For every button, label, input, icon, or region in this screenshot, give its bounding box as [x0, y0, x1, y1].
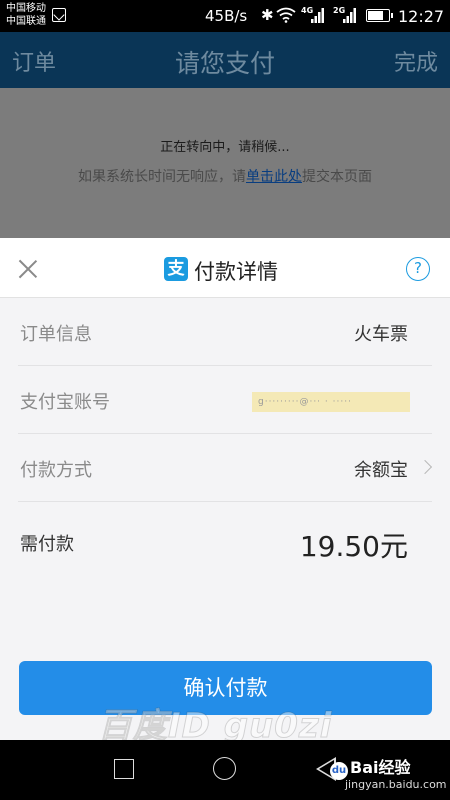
page-title: 请您支付: [174, 49, 275, 78]
bluetooth-icon: ✱: [261, 6, 274, 24]
chevron-right-icon: [417, 459, 433, 475]
payment-method-value: 余额宝: [354, 460, 408, 481]
baidu-logo-text: Bai经验: [350, 758, 411, 777]
navigation-bar: du Bai经验 jingyan.baidu.com: [0, 740, 450, 800]
baidu-logo: du Bai经验: [330, 754, 410, 780]
carrier-1: 中国移动: [6, 3, 46, 14]
order-info-label: 订单信息: [20, 324, 92, 345]
status-time: 12:27: [398, 7, 445, 26]
payment-sheet: 支 付款详情 ? 订单信息 火车票 支付宝账号 g·········@··· ·…: [0, 238, 450, 740]
redirect-panel: 正在转向中，请稍候... 如果系统长时间无响应，请单击此处提交本页面: [0, 88, 450, 238]
payment-method-row[interactable]: 付款方式 余额宝: [0, 434, 450, 502]
home-icon[interactable]: [213, 757, 236, 780]
recent-apps-icon[interactable]: [114, 759, 134, 779]
alipay-logo: 支: [164, 257, 188, 281]
status-bar: 中国移动 中国联通 45B/s ✱ 4G 2G 12:27: [0, 0, 450, 32]
redirect-hint: 如果系统长时间无响应，请单击此处提交本页面: [0, 166, 450, 186]
network-speed: 45B/s: [205, 7, 248, 25]
alipay-account-row: 支付宝账号 g·········@··· · ·····: [0, 366, 450, 434]
alipay-account-label: 支付宝账号: [20, 392, 110, 413]
sim-icon: [52, 8, 66, 22]
order-info-value: 火车票: [354, 324, 408, 345]
amount-due-value: 19.50元: [299, 530, 408, 563]
payment-method-label: 付款方式: [20, 460, 92, 481]
battery-level: [368, 11, 384, 20]
redirect-message: 正在转向中，请稍候...: [160, 140, 290, 155]
help-icon[interactable]: ?: [406, 257, 430, 281]
baidu-url: jingyan.baidu.com: [345, 778, 447, 791]
app-header: 订单 请您支付 完成: [0, 32, 450, 88]
carrier-labels: 中国移动 中国联通: [6, 2, 46, 28]
sheet-title: 付款详情: [194, 260, 278, 284]
redirect-hint-suffix: 提交本页面: [302, 169, 372, 185]
sheet-header: 支 付款详情 ?: [0, 238, 450, 298]
amount-due-label: 需付款: [20, 534, 74, 555]
done-button[interactable]: 完成: [394, 45, 438, 77]
alipay-account-value: g·········@··· · ·····: [252, 392, 410, 412]
signal-2g-icon: 2G: [333, 6, 357, 24]
click-here-link[interactable]: 单击此处: [246, 169, 302, 185]
redirect-hint-prefix: 如果系统长时间无响应，请: [78, 169, 246, 185]
carrier-2: 中国联通: [6, 16, 46, 27]
signal-4g-icon: 4G: [301, 6, 325, 24]
wifi-icon: [276, 7, 296, 23]
order-info-row: 订单信息 火车票: [0, 298, 450, 366]
close-icon[interactable]: [18, 259, 38, 279]
battery-icon: [366, 9, 393, 22]
divider: [18, 501, 432, 502]
